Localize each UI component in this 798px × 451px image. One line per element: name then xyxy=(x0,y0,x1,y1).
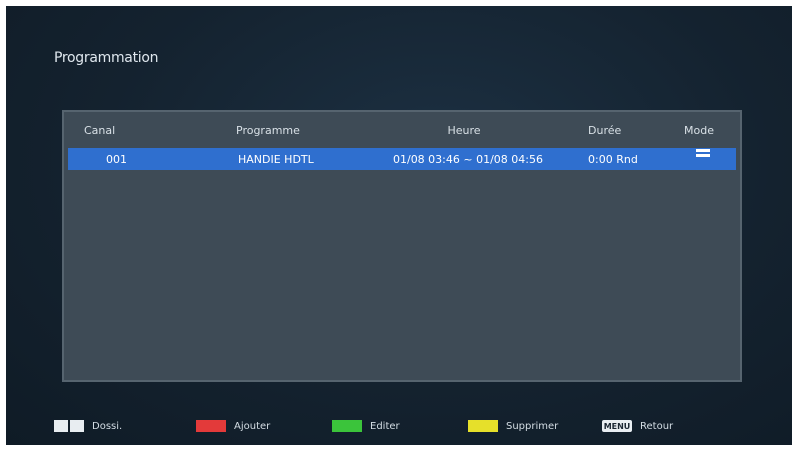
footer-info[interactable]: Dossi. xyxy=(54,420,122,432)
header-channel: Canal xyxy=(84,123,116,137)
page-title: Programmation xyxy=(54,50,159,66)
cell-channel: 001 xyxy=(106,152,127,166)
header-duration: Durée xyxy=(588,123,622,137)
repeat-icon xyxy=(696,148,710,170)
footer-edit-label: Editer xyxy=(370,420,400,432)
footer-delete[interactable]: Supprimer xyxy=(468,420,558,432)
footer-delete-label: Supprimer xyxy=(506,420,559,432)
header-program: Programme xyxy=(236,123,300,137)
footer-add[interactable]: Ajouter xyxy=(196,420,270,432)
header-time: Heure xyxy=(447,123,481,137)
yellow-key-icon xyxy=(468,420,498,432)
footer-edit[interactable]: Editer xyxy=(332,420,400,432)
table-row[interactable]: 001 HANDIE HDTL 01/08 03:46 ~ 01/08 04:5… xyxy=(68,148,736,170)
footer-back-label: Retour xyxy=(640,420,674,432)
color-key-legend: Dossi. Ajouter Editer Supprimer MENU Ret… xyxy=(6,414,792,442)
cell-time: 01/08 03:46 ~ 01/08 04:56 xyxy=(392,152,543,166)
red-key-icon xyxy=(196,420,226,432)
menu-key-icon: MENU xyxy=(602,420,632,432)
footer-info-label: Dossi. xyxy=(92,420,123,432)
cell-program: HANDIE HDTL xyxy=(238,152,314,166)
cell-duration: 0:00 Rnd xyxy=(588,152,638,166)
footer-add-label: Ajouter xyxy=(234,420,271,432)
green-key-icon xyxy=(332,420,362,432)
header-mode: Mode xyxy=(684,123,714,137)
footer-back[interactable]: MENU Retour xyxy=(602,420,673,432)
tv-screen: Programmation Canal Programme Heure Duré… xyxy=(6,6,792,445)
schedule-table: Canal Programme Heure Durée Mode 001 HAN… xyxy=(62,110,742,382)
table-header: Canal Programme Heure Durée Mode xyxy=(64,112,740,148)
info-key-icon xyxy=(54,420,84,432)
